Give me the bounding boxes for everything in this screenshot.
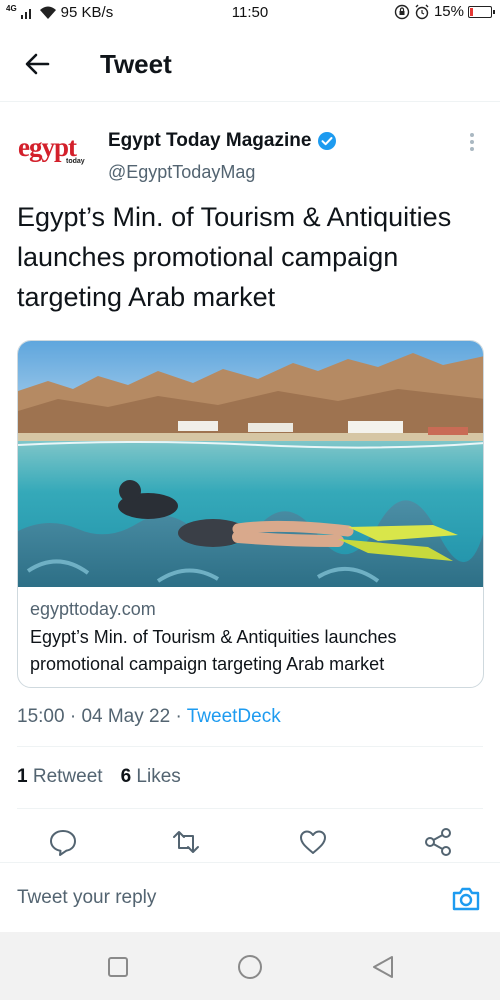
card-title: Egypt’s Min. of Tourism & Antiquities la… — [30, 627, 397, 674]
author-name-row[interactable]: Egypt Today Magazine — [108, 130, 337, 152]
logo-subtext: today — [66, 158, 85, 165]
back-button[interactable] — [20, 48, 56, 80]
reply-input[interactable] — [17, 887, 417, 909]
battery-percent: 15% — [433, 3, 464, 20]
tweet-time: 15:00 — [17, 706, 65, 727]
camera-icon — [452, 887, 480, 911]
tweet-meta: 15:00 · 04 May 22 · TweetDeck — [17, 706, 281, 728]
likes-stat[interactable]: 6 Likes — [121, 766, 181, 788]
author-name: Egypt Today Magazine — [108, 130, 312, 151]
card-domain: egypttoday.com — [30, 599, 156, 619]
author-avatar-logo[interactable]: egypt today — [18, 132, 96, 176]
camera-button[interactable] — [450, 883, 482, 915]
home-button[interactable] — [237, 954, 263, 980]
alarm-icon — [415, 4, 429, 19]
tweet-source-link[interactable]: TweetDeck — [187, 706, 281, 727]
meta-separator-2: · — [175, 706, 182, 727]
retweets-stat[interactable]: 1 Retweet — [17, 766, 103, 788]
arrow-left-icon — [25, 53, 50, 75]
home-circle-icon — [238, 955, 262, 979]
more-options-button[interactable] — [462, 130, 482, 154]
tweet-text: Egypt’s Min. of Tourism & Antiquities la… — [17, 202, 452, 312]
share-icon — [425, 828, 451, 856]
retweet-button[interactable] — [170, 826, 202, 858]
author-handle[interactable]: @EgyptTodayMag — [108, 162, 255, 183]
like-icon — [300, 830, 326, 854]
battery-fill — [470, 7, 473, 16]
like-button[interactable] — [297, 826, 329, 858]
divider — [17, 746, 483, 747]
link-card[interactable]: egypttoday.com Egypt’s Min. of Tourism &… — [17, 340, 484, 688]
back-triangle-icon — [373, 956, 393, 978]
reply-icon — [50, 830, 76, 856]
reply-bar — [0, 862, 500, 932]
tweet-stats: 1 Retweet 6 Likes — [17, 766, 181, 788]
share-button[interactable] — [422, 826, 454, 858]
status-right: 15% — [394, 3, 495, 20]
more-vertical-icon-dot — [470, 140, 474, 144]
retweets-label: Retweet — [32, 766, 103, 787]
likes-label: Likes — [136, 766, 181, 787]
recents-button[interactable] — [105, 954, 131, 980]
header: Tweet — [0, 26, 500, 102]
divider — [17, 808, 483, 809]
recents-square-icon — [108, 957, 128, 977]
battery-icon — [468, 5, 495, 18]
tweet-actions — [0, 822, 500, 862]
nav-back-button[interactable] — [370, 954, 396, 980]
verified-badge-icon — [318, 132, 337, 150]
lock-rotation-icon — [394, 4, 410, 19]
meta-separator: · — [69, 706, 77, 727]
status-bar: 4G 95 KB/s 11:50 15% — [0, 0, 500, 26]
more-vertical-icon-dot — [470, 147, 474, 151]
retweet-icon — [173, 831, 199, 853]
tweet-date: 04 May 22 — [81, 706, 171, 727]
card-image — [18, 341, 483, 587]
reply-button[interactable] — [47, 826, 79, 858]
more-vertical-icon — [470, 133, 474, 137]
page-title: Tweet — [100, 49, 172, 79]
likes-count: 6 — [120, 766, 132, 787]
system-nav-bar — [0, 932, 500, 1000]
retweets-count: 1 — [17, 766, 28, 787]
